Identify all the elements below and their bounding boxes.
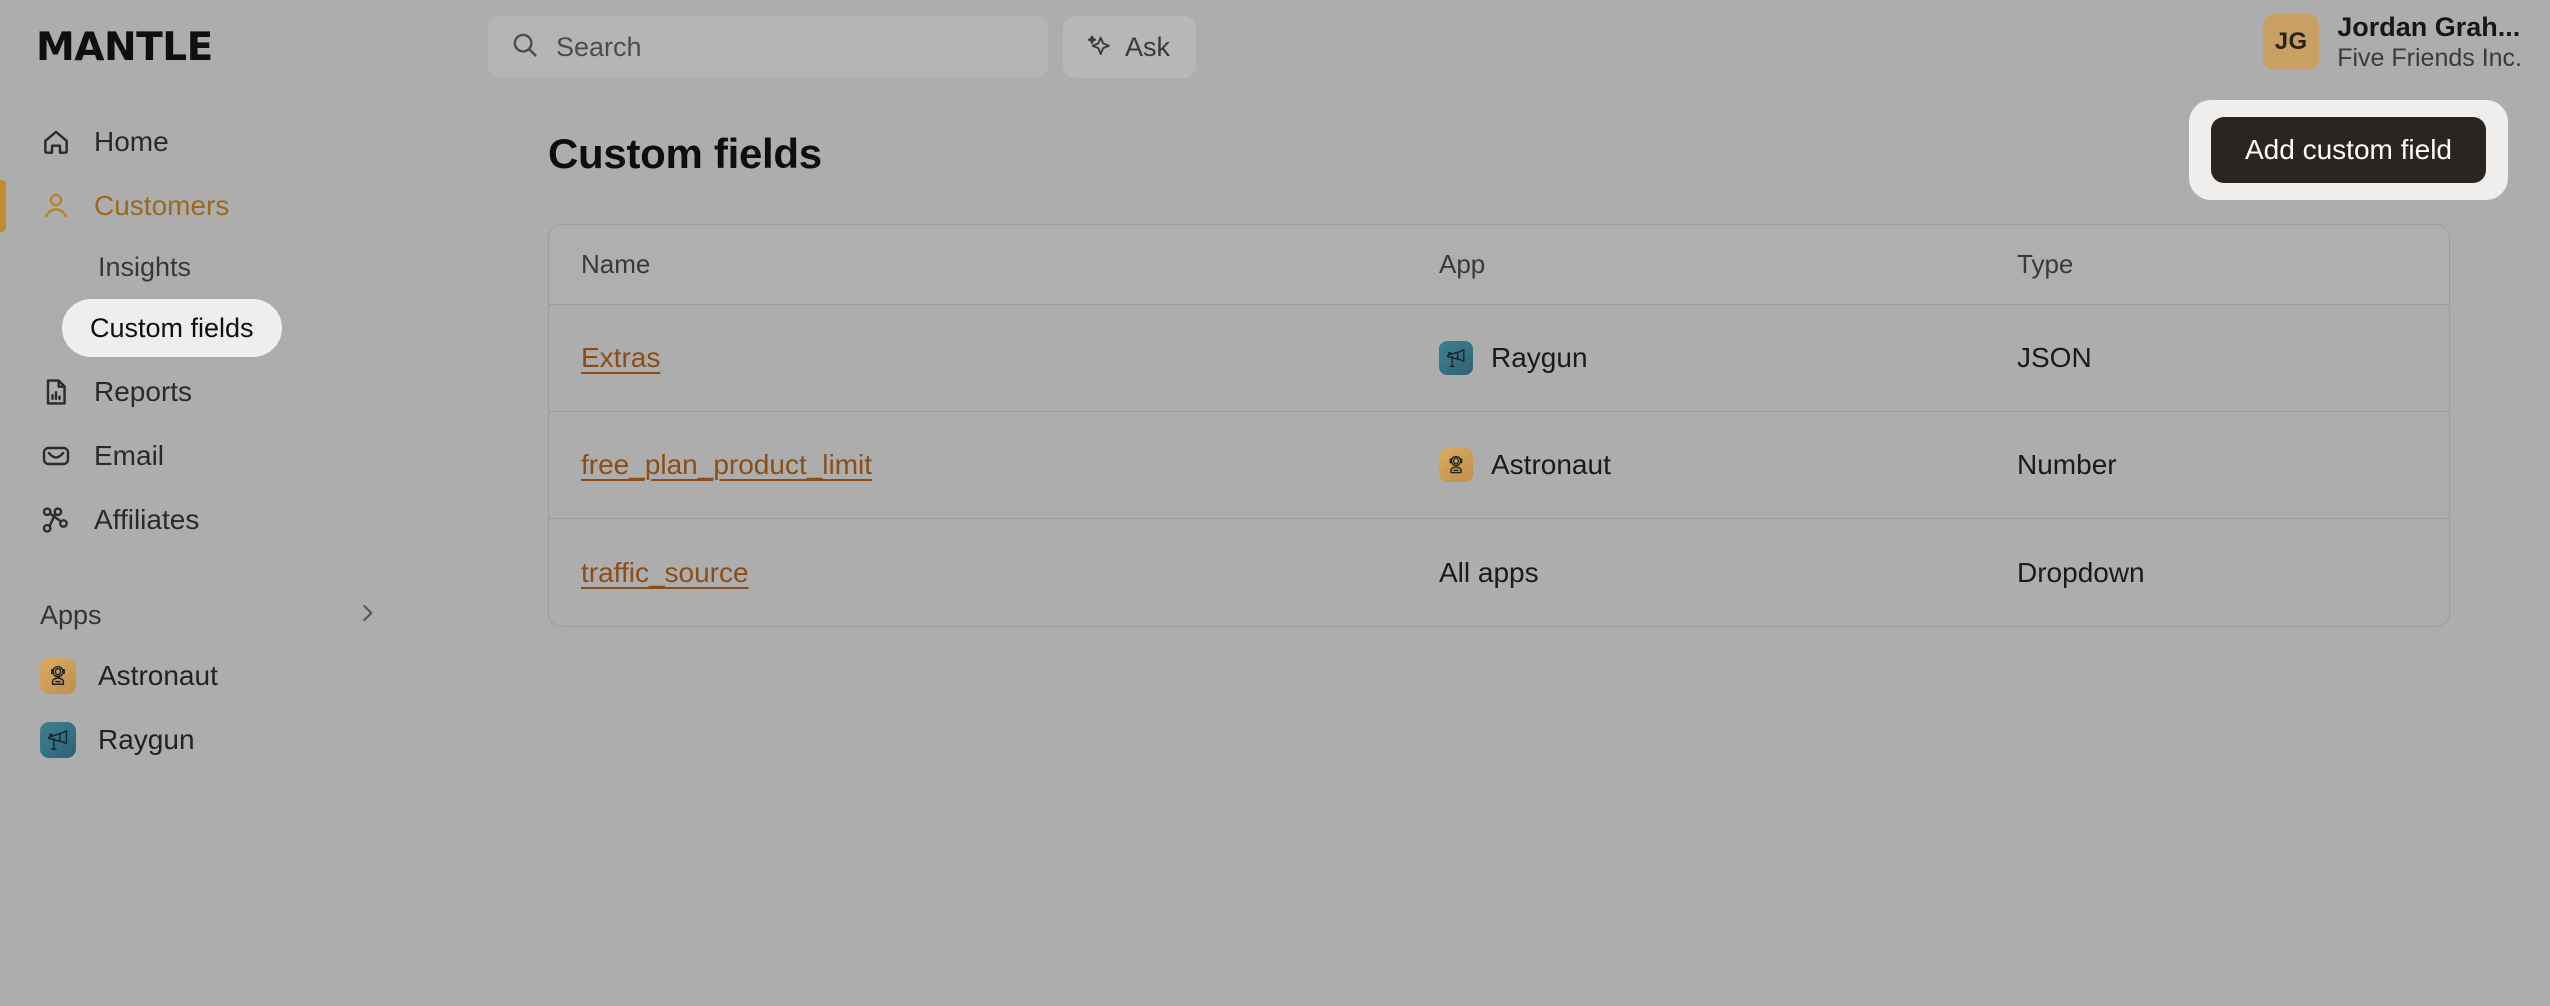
search-input[interactable]: Search <box>488 16 1048 78</box>
sidebar-subitem-custom-fields[interactable]: Custom fields <box>62 299 282 357</box>
page-title: Custom fields <box>548 130 822 177</box>
chevron-right-icon[interactable] <box>354 600 380 631</box>
sidebar-item-label: Home <box>94 126 169 157</box>
user-details: Jordan Grah... Five Friends Inc. <box>2337 12 2522 73</box>
sparkle-icon <box>1085 33 1111 62</box>
sidebar: Home Customers Insights Custom fields Re… <box>0 94 440 1006</box>
brand-area: MANTLE <box>0 25 488 70</box>
cell-type: JSON <box>2017 342 2092 373</box>
cell-app: Astronaut <box>1439 448 2017 482</box>
search-icon <box>510 30 540 65</box>
user-icon <box>40 190 72 222</box>
sidebar-subitem-label: Insights <box>98 251 192 282</box>
sidebar-section-apps[interactable]: Apps <box>0 586 420 644</box>
cell-type: Dropdown <box>2017 556 2145 588</box>
app-name: Raygun <box>1491 342 1588 373</box>
avatar: JG <box>2263 14 2320 71</box>
home-icon <box>40 126 72 158</box>
sidebar-item-customers[interactable]: Customers <box>0 174 440 238</box>
affiliates-icon <box>40 504 72 536</box>
user-organization: Five Friends Inc. <box>2337 44 2522 73</box>
column-header-type: Type <box>2017 249 2074 279</box>
search-placeholder-text: Search <box>556 31 642 62</box>
sidebar-app-astronaut[interactable]: Astronaut <box>0 644 440 708</box>
sidebar-subitem-insights[interactable]: Insights <box>0 238 440 296</box>
raygun-app-icon <box>1439 341 1473 375</box>
sidebar-app-label: Astronaut <box>98 660 218 691</box>
mantle-logo: MANTLE <box>36 24 213 70</box>
ask-button[interactable]: Ask <box>1063 16 1197 78</box>
cell-app: All apps <box>1439 557 2017 589</box>
user-menu[interactable]: JG Jordan Grah... Five Friends Inc. <box>2263 12 2522 73</box>
column-header-name: Name <box>581 249 651 279</box>
column-header-app: App <box>1439 249 1486 279</box>
cell-name: traffic_source <box>549 557 1439 589</box>
table-row[interactable]: traffic_source All apps Dropdown <box>549 519 2449 626</box>
astronaut-app-icon <box>1439 448 1473 482</box>
sidebar-app-raygun[interactable]: Raygun <box>0 708 440 772</box>
sidebar-section-title: Apps <box>40 599 102 630</box>
custom-field-link[interactable]: free_plan_product_limit <box>581 449 872 480</box>
custom-field-link[interactable]: traffic_source <box>581 557 749 588</box>
sidebar-item-email[interactable]: Email <box>0 424 440 488</box>
astronaut-app-icon <box>40 658 76 694</box>
add-custom-field-button[interactable]: Add custom field <box>2211 117 2486 183</box>
user-name: Jordan Grah... <box>2337 12 2521 42</box>
ask-button-label: Ask <box>1125 31 1171 62</box>
table-row[interactable]: free_plan_product_limit Astronaut Number <box>549 412 2449 519</box>
sidebar-app-label: Raygun <box>98 724 195 755</box>
custom-field-link[interactable]: Extras <box>581 342 660 373</box>
sidebar-item-home[interactable]: Home <box>0 110 440 174</box>
add-custom-field-highlight: Add custom field <box>2189 100 2508 200</box>
sidebar-item-affiliates[interactable]: Affiliates <box>0 488 440 552</box>
cell-type: Number <box>2017 449 2117 480</box>
cell-name: Extras <box>549 342 1439 374</box>
cell-name: free_plan_product_limit <box>549 449 1439 481</box>
raygun-app-icon <box>40 722 76 758</box>
sidebar-item-reports[interactable]: Reports <box>0 360 440 424</box>
custom-fields-table: Name App Type Extras Raygun JSON free_pl… <box>548 224 2450 627</box>
app-name: All apps <box>1439 556 1539 588</box>
envelope-icon <box>40 440 72 472</box>
cell-app: Raygun <box>1439 341 2017 375</box>
sidebar-item-label: Email <box>94 440 165 471</box>
main-content: Custom fields Name App Type Extras Raygu… <box>440 94 2550 1006</box>
sidebar-subitem-label: Custom fields <box>90 312 254 343</box>
app-name: Astronaut <box>1491 449 1611 480</box>
sidebar-item-label: Reports <box>94 376 193 407</box>
sidebar-item-label: Customers <box>94 190 230 221</box>
report-icon <box>40 376 72 408</box>
top-bar: MANTLE Search Ask JG Jordan Grah... Five… <box>0 0 2550 94</box>
table-row[interactable]: Extras Raygun JSON <box>549 305 2449 412</box>
table-header-row: Name App Type <box>549 225 2449 305</box>
sidebar-item-label: Affiliates <box>94 504 200 535</box>
